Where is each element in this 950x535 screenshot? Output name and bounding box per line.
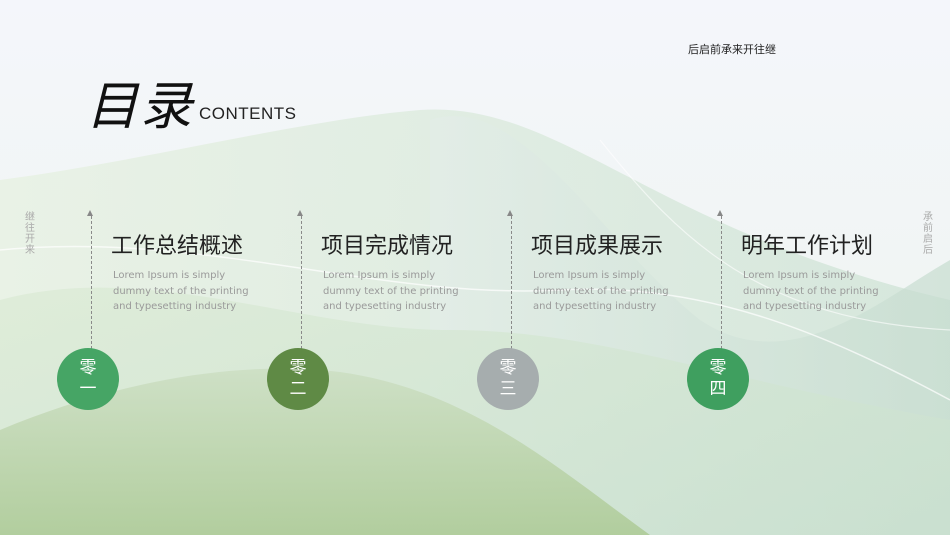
page-subtitle: CONTENTS [199, 104, 297, 123]
badge-top-char: 零 [709, 358, 727, 378]
arrow-up-icon [87, 210, 93, 216]
side-char: 前 [923, 223, 933, 234]
badge-bottom-char: 三 [499, 379, 517, 399]
side-caption-right: 承 前 启 后 [922, 212, 934, 256]
toc-number-badge: 零 三 [477, 348, 539, 410]
arrow-up-icon [717, 210, 723, 216]
toc-heading: 项目成果展示 [531, 234, 664, 259]
badge-bottom-char: 二 [289, 379, 307, 399]
arrow-up-icon [297, 210, 303, 216]
badge-bottom-char: 一 [79, 379, 97, 399]
toc-number-badge: 零 二 [267, 348, 329, 410]
toc-description: Lorem Ipsum is simply dummy text of the … [113, 270, 249, 312]
side-char: 承 [923, 212, 933, 223]
page-title: 目录 [86, 77, 195, 137]
badge-top-char: 零 [79, 358, 97, 378]
badge-top-char: 零 [289, 358, 307, 378]
side-char: 继 [25, 212, 35, 223]
dashed-connector [301, 216, 302, 354]
toc-number-badge: 零 一 [57, 348, 119, 410]
side-char: 后 [923, 245, 933, 256]
toc-heading: 工作总结概述 [111, 234, 244, 259]
toc-description: Lorem Ipsum is simply dummy text of the … [323, 270, 459, 312]
side-caption-left: 继 往 开 来 [24, 212, 36, 256]
top-right-caption: 后启前承来开往继 [688, 43, 776, 56]
toc-item-1: 工作总结概述 Lorem Ipsum is simply dummy text … [57, 210, 287, 410]
side-char: 来 [25, 245, 35, 256]
dashed-connector [91, 216, 92, 354]
toc-description: Lorem Ipsum is simply dummy text of the … [743, 270, 879, 312]
toc-item-4: 明年工作计划 Lorem Ipsum is simply dummy text … [687, 210, 917, 410]
toc-description: Lorem Ipsum is simply dummy text of the … [533, 270, 669, 312]
side-char: 启 [923, 234, 933, 245]
toc-item-2: 项目完成情况 Lorem Ipsum is simply dummy text … [267, 210, 497, 410]
arrow-up-icon [507, 210, 513, 216]
dashed-connector [511, 216, 512, 354]
side-char: 往 [25, 223, 35, 234]
toc-item-3: 项目成果展示 Lorem Ipsum is simply dummy text … [477, 210, 707, 410]
toc-heading: 项目完成情况 [321, 234, 454, 259]
toc-heading: 明年工作计划 [741, 234, 874, 259]
badge-top-char: 零 [499, 358, 517, 378]
badge-bottom-char: 四 [709, 379, 727, 399]
side-char: 开 [25, 234, 35, 245]
toc-number-badge: 零 四 [687, 348, 749, 410]
dashed-connector [721, 216, 722, 354]
